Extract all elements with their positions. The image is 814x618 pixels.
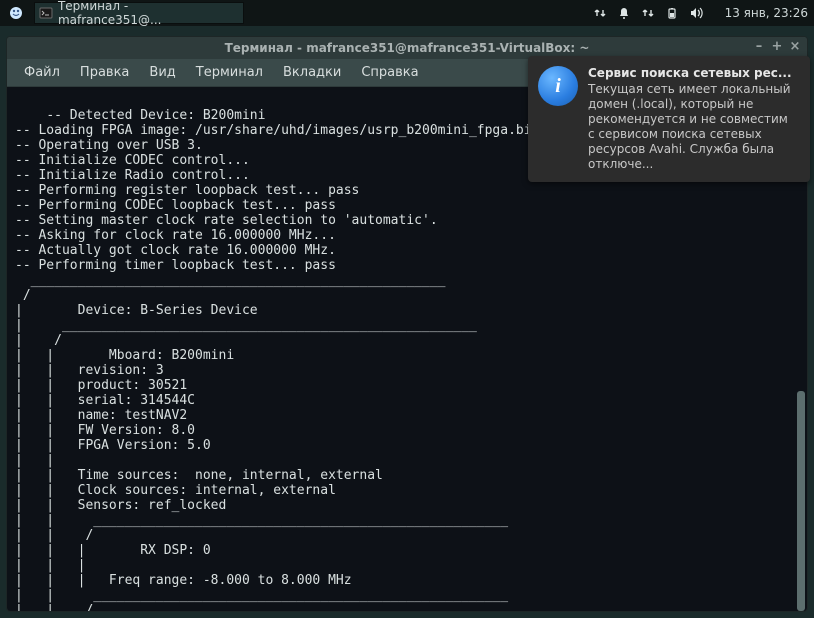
app-launcher-icon[interactable] [6,3,26,23]
menu-terminal[interactable]: Терминал [187,61,272,84]
minimize-button[interactable]: – [751,39,767,55]
taskbar-button-terminal[interactable]: Терминал - mafrance351@... [34,2,244,24]
notification-popup[interactable]: i Сервис поиска сетевых рес... Текущая с… [528,56,810,182]
terminal-icon [39,6,53,20]
menu-file[interactable]: Файл [15,61,69,84]
volume-icon[interactable] [689,6,705,20]
battery-icon[interactable] [665,6,679,20]
terminal-output: -- Detected Device: B200mini -- Loading … [15,108,602,611]
notification-title: Сервис поиска сетевых рес... [588,66,798,80]
menu-edit[interactable]: Правка [71,61,138,84]
clock[interactable]: 13 янв, 23:26 [725,6,808,20]
system-tray: 13 янв, 23:26 [593,6,808,20]
menu-view[interactable]: Вид [140,61,184,84]
notification-body: Текущая сеть имеет локальный домен (.loc… [588,82,798,172]
notification-bell-icon[interactable] [617,6,631,20]
taskbar-button-label: Терминал - mafrance351@... [58,0,235,27]
top-panel: Терминал - mafrance351@... 13 янв, 23:26 [0,0,814,26]
window-title: Терминал - mafrance351@mafrance351-Virtu… [225,41,590,55]
network-updown-icon[interactable] [641,6,655,20]
close-button[interactable]: × [787,39,803,55]
maximize-button[interactable]: + [769,39,785,55]
network-up-icon[interactable] [593,6,607,20]
scrollbar-thumb[interactable] [797,391,805,611]
menu-tabs[interactable]: Вкладки [274,61,350,84]
menu-help[interactable]: Справка [352,61,427,84]
info-icon: i [538,66,578,106]
